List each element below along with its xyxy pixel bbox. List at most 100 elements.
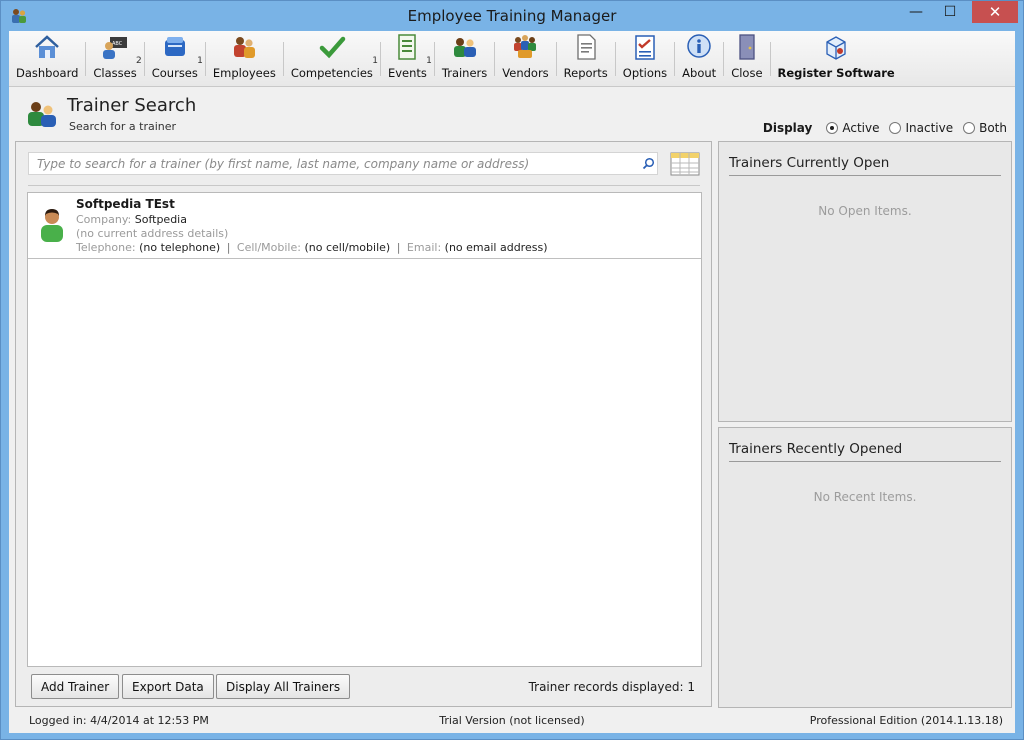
window-title: Employee Training Manager bbox=[407, 7, 617, 25]
toolbar-options-label: Options bbox=[622, 66, 668, 80]
checkmark-icon bbox=[319, 36, 346, 59]
app-window: Employee Training Manager — ☐ ✕ Dashboar… bbox=[0, 0, 1024, 740]
toolbar-events-count: 1 bbox=[426, 56, 432, 66]
exit-door-icon bbox=[739, 34, 755, 60]
toolbar-events[interactable]: 1 Events bbox=[381, 30, 434, 86]
contact-separator: | bbox=[226, 241, 231, 254]
display-inactive-radio[interactable]: Inactive bbox=[889, 121, 953, 135]
trainer-address: (no current address details) bbox=[76, 227, 229, 240]
toolbar-courses[interactable]: 1 Courses bbox=[145, 30, 205, 86]
email-value: (no email address) bbox=[444, 241, 548, 254]
trainer-avatar-icon bbox=[41, 209, 63, 242]
svg-text:ABC: ABC bbox=[112, 41, 123, 47]
cell-value: (no cell/mobile) bbox=[304, 241, 391, 254]
toolbar-trainers[interactable]: Trainers bbox=[435, 30, 494, 86]
toolbar-employees[interactable]: Employees bbox=[206, 30, 283, 86]
export-data-button[interactable]: Export Data bbox=[122, 674, 214, 699]
trainers-recent-title: Trainers Recently Opened bbox=[729, 441, 903, 457]
trainers-open-empty: No Open Items. bbox=[818, 204, 912, 218]
maximize-button[interactable]: ☐ bbox=[933, 1, 967, 23]
events-list-icon bbox=[398, 34, 417, 60]
toolbar-register-software-label: Register Software bbox=[777, 66, 895, 80]
report-document-icon bbox=[577, 34, 596, 60]
radio-unselected-icon[interactable] bbox=[963, 122, 976, 134]
list-item[interactable]: Softpedia TEst Company: Softpedia (no cu… bbox=[28, 193, 701, 259]
toolbar-close[interactable]: Close bbox=[724, 30, 769, 86]
records-count: Trainer records displayed: 1 bbox=[528, 680, 695, 694]
toolbar-trainers-label: Trainers bbox=[441, 66, 488, 80]
email-label: Email: bbox=[406, 241, 442, 254]
toolbar-about-label: About bbox=[682, 66, 717, 80]
software-box-icon bbox=[826, 36, 846, 60]
display-filter-label: Display bbox=[762, 121, 813, 135]
toolbar-dashboard[interactable]: Dashboard bbox=[9, 30, 85, 86]
toolbar-competencies[interactable]: 1 Competencies bbox=[284, 30, 380, 86]
trainer-search-icon bbox=[28, 102, 56, 127]
trainers-open-divider bbox=[729, 175, 1001, 176]
trainers-open-title: Trainers Currently Open bbox=[729, 155, 890, 171]
toolbar-events-label: Events bbox=[387, 66, 427, 80]
trainers-recent-panel: Trainers Recently Opened No Recent Items… bbox=[718, 427, 1012, 708]
trainers-recent-divider bbox=[729, 461, 1001, 462]
status-bar: Logged in: 4/4/2014 at 12:53 PM Trial Ve… bbox=[15, 711, 1009, 729]
trainers-recent-empty: No Recent Items. bbox=[813, 490, 917, 504]
table-view-icon[interactable] bbox=[670, 152, 700, 178]
search-input[interactable]: Type to search for a trainer (by first n… bbox=[28, 152, 658, 175]
toolbar-register-software[interactable]: Register Software bbox=[771, 30, 902, 86]
add-trainer-button[interactable]: Add Trainer bbox=[31, 674, 120, 699]
toolbar-classes[interactable]: ABC 2 Classes bbox=[86, 30, 143, 86]
search-divider bbox=[28, 185, 700, 186]
close-window-button[interactable]: ✕ bbox=[972, 1, 1018, 23]
display-active-radio[interactable]: Active bbox=[826, 121, 879, 135]
radio-selected-icon[interactable] bbox=[826, 122, 839, 134]
telephone-label: Telephone: bbox=[76, 241, 136, 254]
toolbar-about[interactable]: About bbox=[675, 30, 723, 86]
edition-status: Professional Edition (2014.1.13.18) bbox=[809, 714, 1003, 727]
toolbar-vendors[interactable]: Vendors bbox=[495, 30, 555, 86]
trainer-search-panel: Type to search for a trainer (by first n… bbox=[15, 141, 712, 707]
display-filter: Display Active Inactive Both bbox=[763, 121, 1007, 135]
house-icon bbox=[35, 35, 60, 58]
toolbar-vendors-label: Vendors bbox=[502, 66, 549, 80]
options-checklist-icon bbox=[635, 35, 655, 60]
telephone-value: (no telephone) bbox=[139, 241, 221, 254]
toolbar-competencies-count: 1 bbox=[372, 56, 378, 66]
page-subtitle: Search for a trainer bbox=[69, 120, 177, 133]
courses-icon bbox=[164, 37, 185, 56]
info-icon bbox=[687, 34, 711, 58]
toolbar-employees-label: Employees bbox=[212, 66, 276, 80]
company-label: Company: bbox=[76, 213, 132, 226]
classroom-icon: ABC bbox=[103, 37, 128, 59]
trainer-name[interactable]: Softpedia TEst bbox=[76, 197, 175, 211]
toolbar-competencies-label: Competencies bbox=[290, 66, 373, 80]
toolbar-reports[interactable]: Reports bbox=[557, 30, 615, 86]
company-value: Softpedia bbox=[134, 213, 187, 226]
client-area: Dashboard ABC 2 Classes 1 Courses Employ… bbox=[9, 31, 1015, 733]
toolbar-courses-label: Courses bbox=[151, 66, 198, 80]
employees-icon bbox=[234, 37, 256, 58]
display-active-label: Active bbox=[842, 121, 880, 135]
contact-separator: | bbox=[396, 241, 401, 254]
display-inactive-label: Inactive bbox=[905, 121, 954, 135]
trainer-contact-line: Telephone: (no telephone) | Cell/Mobile:… bbox=[76, 241, 548, 254]
display-all-trainers-button[interactable]: Display All Trainers bbox=[216, 674, 351, 699]
toolbar-reports-label: Reports bbox=[563, 66, 608, 80]
minimize-button[interactable]: — bbox=[899, 1, 933, 23]
trainer-results-list[interactable]: Softpedia TEst Company: Softpedia (no cu… bbox=[27, 192, 702, 667]
toolbar-courses-count: 1 bbox=[197, 56, 203, 66]
display-both-label: Both bbox=[979, 121, 1007, 135]
toolbar-dashboard-label: Dashboard bbox=[16, 66, 79, 80]
page-title: Trainer Search bbox=[67, 95, 197, 116]
toolbar-close-label: Close bbox=[731, 66, 763, 80]
radio-unselected-icon[interactable] bbox=[889, 122, 902, 134]
toolbar-options[interactable]: Options bbox=[616, 30, 674, 86]
trainers-icon bbox=[453, 38, 476, 57]
trainer-company-line: Company: Softpedia bbox=[76, 213, 187, 226]
cell-label: Cell/Mobile: bbox=[236, 241, 301, 254]
trainers-open-panel: Trainers Currently Open No Open Items. bbox=[718, 141, 1012, 422]
vendors-icon bbox=[514, 35, 537, 58]
title-bar[interactable]: Employee Training Manager — ☐ ✕ bbox=[1, 1, 1023, 31]
toolbar-classes-count: 2 bbox=[136, 56, 142, 66]
search-icon[interactable] bbox=[642, 157, 655, 170]
display-both-radio[interactable]: Both bbox=[963, 121, 1007, 135]
